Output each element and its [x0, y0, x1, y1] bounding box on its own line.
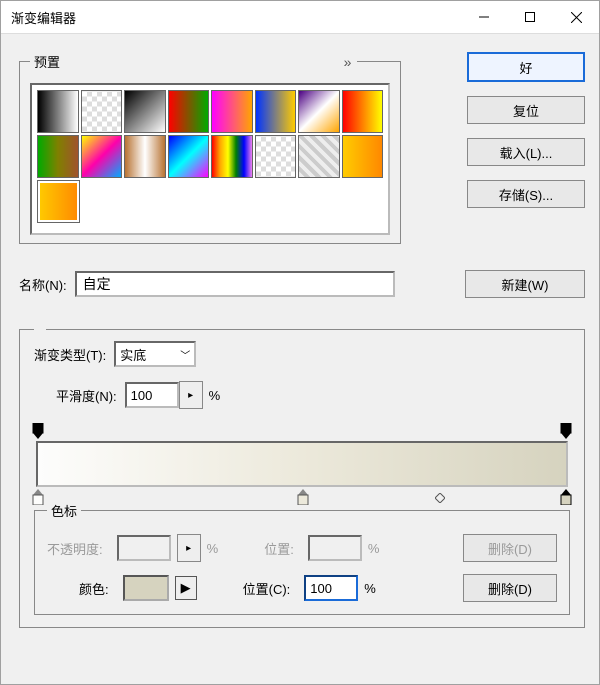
opacity-stepper: ▸: [177, 534, 201, 562]
new-button[interactable]: 新建(W): [465, 270, 585, 298]
preset-swatch[interactable]: [342, 90, 384, 133]
opacity-location-input: [308, 535, 362, 561]
gradient-editor-window: 渐变编辑器 预置 »: [0, 0, 600, 685]
color-label: 颜色:: [79, 579, 109, 598]
preset-swatch[interactable]: [255, 90, 297, 133]
opacity-input: [117, 535, 171, 561]
preset-swatch[interactable]: [81, 135, 123, 178]
preset-swatch[interactable]: [298, 90, 340, 133]
preset-swatch[interactable]: [81, 90, 123, 133]
chevron-down-icon: ﹀: [180, 347, 190, 362]
stops-legend: 色标: [47, 501, 81, 520]
presets-fieldset: 预置 »: [19, 52, 401, 244]
color-swatch[interactable]: [123, 575, 169, 601]
percent-label: %: [364, 581, 376, 596]
color-stop[interactable]: [32, 489, 44, 501]
load-button[interactable]: 载入(L)...: [467, 138, 585, 166]
color-location-input[interactable]: [304, 575, 358, 601]
preset-swatch[interactable]: [342, 135, 384, 178]
stops-fieldset: 色标 不透明度: ▸ % 位置: % 删除(D) 颜色: ▶ 位置(C):: [34, 501, 570, 615]
side-buttons: 好 复位 载入(L)... 存储(S)...: [467, 52, 585, 208]
name-input[interactable]: [75, 271, 395, 297]
smoothness-label: 平滑度(N):: [56, 386, 117, 405]
close-button[interactable]: [553, 1, 599, 33]
maximize-button[interactable]: [507, 1, 553, 33]
gradient-fieldset: . 渐变类型(T): 实底 ﹀ 平滑度(N): ▸ %: [19, 322, 585, 628]
reset-button[interactable]: 复位: [467, 96, 585, 124]
window-title: 渐变编辑器: [11, 8, 461, 27]
midpoint-icon[interactable]: [435, 491, 445, 501]
content-area: 预置 »: [1, 34, 599, 638]
ok-button[interactable]: 好: [467, 52, 585, 82]
gradient-type-label: 渐变类型(T):: [34, 345, 106, 364]
preset-swatch[interactable]: [211, 90, 253, 133]
percent-label: %: [368, 541, 380, 556]
name-label: 名称(N):: [19, 275, 67, 294]
gradient-type-select[interactable]: 实底 ﹀: [114, 341, 196, 367]
preset-swatch[interactable]: [37, 90, 79, 133]
preset-swatch[interactable]: [168, 135, 210, 178]
opacity-label: 不透明度:: [47, 539, 103, 558]
preset-swatch[interactable]: [255, 135, 297, 178]
presets-legend: 预置 »: [30, 52, 357, 71]
color-picker-button[interactable]: ▶: [175, 576, 197, 600]
save-button[interactable]: 存储(S)...: [467, 180, 585, 208]
delete-opacity-button: 删除(D): [463, 534, 557, 562]
minimize-button[interactable]: [461, 1, 507, 33]
preset-swatch[interactable]: [37, 180, 80, 223]
preset-swatch[interactable]: [124, 135, 166, 178]
titlebar: 渐变编辑器: [1, 1, 599, 34]
smoothness-input[interactable]: [125, 382, 179, 408]
opacity-stop[interactable]: [560, 423, 572, 435]
color-location-label: 位置(C):: [243, 579, 291, 598]
color-stop[interactable]: [297, 489, 309, 501]
presets-expand-icon[interactable]: »: [344, 54, 354, 70]
preset-swatch[interactable]: [168, 90, 210, 133]
percent-label: %: [207, 541, 219, 556]
delete-color-button[interactable]: 删除(D): [463, 574, 557, 602]
preset-swatch[interactable]: [298, 135, 340, 178]
gradient-track[interactable]: [36, 441, 568, 487]
preset-swatch[interactable]: [211, 135, 253, 178]
smoothness-stepper[interactable]: ▸: [179, 381, 203, 409]
preset-swatch[interactable]: [124, 90, 166, 133]
preset-swatch[interactable]: [37, 135, 79, 178]
opacity-location-label: 位置:: [264, 539, 294, 558]
opacity-stop[interactable]: [32, 423, 44, 435]
preset-grid[interactable]: [30, 83, 390, 235]
gradient-bar[interactable]: [36, 441, 568, 483]
color-stop[interactable]: [560, 489, 572, 501]
percent-label: %: [209, 388, 221, 403]
